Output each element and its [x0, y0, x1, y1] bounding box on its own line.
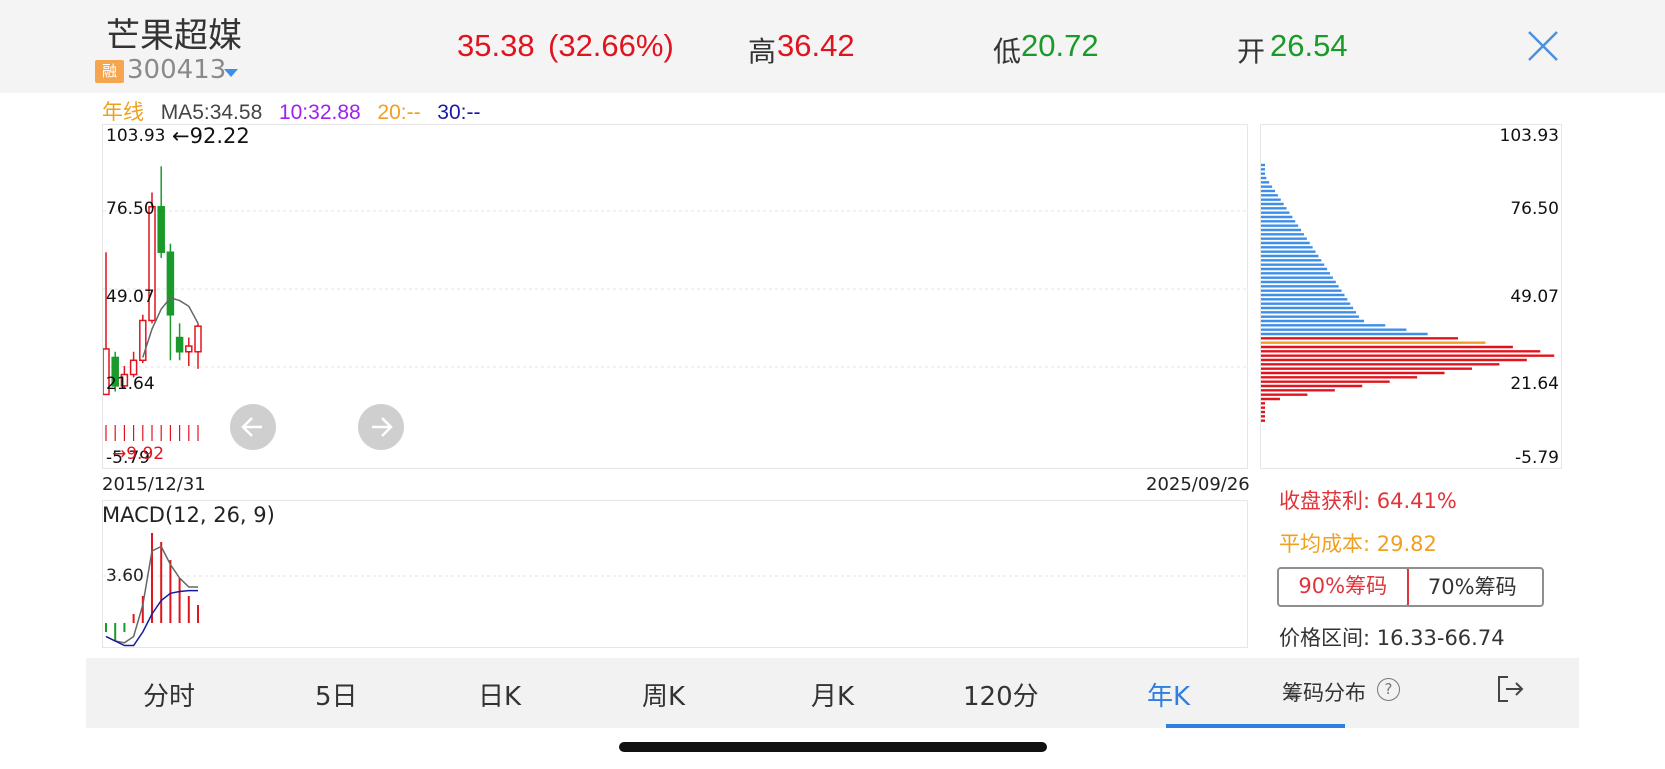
chip-y-label: 76.50	[1510, 199, 1559, 219]
candle-body	[185, 345, 193, 353]
scroll-left-button[interactable]	[230, 404, 276, 450]
candle-body	[194, 325, 202, 353]
ma-period-label[interactable]: 年线	[102, 101, 144, 124]
low-label: 低	[993, 35, 1022, 68]
help-icon[interactable]: ?	[1377, 678, 1400, 701]
margin-badge: 融	[95, 60, 124, 83]
date-start: 2015/12/31	[102, 474, 206, 495]
exit-icon[interactable]	[1496, 675, 1526, 703]
candle-body	[157, 205, 165, 253]
scroll-right-button[interactable]	[358, 404, 404, 450]
price-range: 价格区间: 16.33-66.74	[1279, 626, 1505, 650]
macd-value: 3.60	[106, 566, 144, 586]
tab-intraday[interactable]: 分时	[143, 676, 195, 713]
high-label: 高	[748, 35, 777, 68]
y-axis-label: 49.07	[106, 287, 155, 307]
chip-90-tab[interactable]: 90%筹码	[1279, 569, 1409, 605]
stock-name: 芒果超媒	[106, 16, 242, 56]
y-axis-label: 76.50	[106, 199, 155, 219]
max-price-note: ←92.22	[172, 124, 250, 148]
tab-120min[interactable]: 120分	[963, 676, 1039, 713]
home-indicator	[619, 742, 1047, 752]
ma10-value: 10:32.88	[278, 101, 361, 124]
chevron-down-icon[interactable]	[224, 69, 238, 77]
current-price: 35.38	[457, 28, 535, 63]
date-end: 2025/09/26	[1146, 474, 1250, 495]
active-tab-indicator	[1166, 724, 1345, 728]
ma5-value: MA5:34.58	[160, 101, 263, 124]
tab-year-k[interactable]: 年K	[1147, 676, 1190, 713]
low-value: 20.72	[1021, 28, 1099, 63]
close-icon[interactable]	[1527, 30, 1559, 62]
change-percent: (32.66%)	[548, 28, 674, 63]
macd-label[interactable]: MACD(12, 26, 9)	[102, 503, 275, 527]
ma30-value: 30:--	[437, 101, 481, 124]
arrow-left-icon	[241, 417, 262, 437]
high-value: 36.42	[777, 28, 855, 63]
open-label: 开	[1237, 35, 1266, 68]
candle-body	[139, 319, 147, 362]
y-axis-label: 103.93	[106, 126, 166, 146]
tab-5day[interactable]: 5日	[315, 676, 358, 713]
stock-code[interactable]: 300413	[127, 55, 226, 85]
quote-header: 芒果超媒 融 300413 35.38 (32.66%) 高 36.42 低 2…	[0, 0, 1665, 93]
ma-indicator-bar: 年线 MA5:34.58 10:32.88 20:-- 30:--	[102, 96, 490, 124]
y-axis-label: 21.64	[106, 374, 155, 394]
chip-y-label: 21.64	[1510, 374, 1559, 394]
chip-y-label: 103.93	[1499, 126, 1559, 146]
chip-y-label: 49.07	[1510, 287, 1559, 307]
chip-y-label: -5.79	[1515, 448, 1559, 468]
average-cost: 平均成本: 29.82	[1279, 532, 1437, 556]
open-value: 26.54	[1270, 28, 1348, 63]
close-profit-ratio: 收盘获利: 64.41%	[1279, 489, 1457, 513]
candle-body	[175, 336, 184, 353]
ma20-value: 20:--	[377, 101, 421, 124]
candle-body	[166, 251, 175, 316]
candle-body	[129, 359, 138, 376]
tab-week-k[interactable]: 周K	[642, 676, 685, 713]
min-price-note: →9.92	[112, 444, 165, 464]
arrow-right-icon	[372, 417, 393, 437]
macd-svg	[103, 533, 1249, 647]
chip-distribution-label[interactable]: 筹码分布	[1282, 677, 1366, 707]
tab-month-k[interactable]: 月K	[811, 676, 854, 713]
chip-tabs: 90%筹码 70%筹码	[1277, 567, 1544, 607]
tab-day-k[interactable]: 日K	[478, 676, 521, 713]
chip-70-tab[interactable]: 70%筹码	[1407, 569, 1539, 605]
